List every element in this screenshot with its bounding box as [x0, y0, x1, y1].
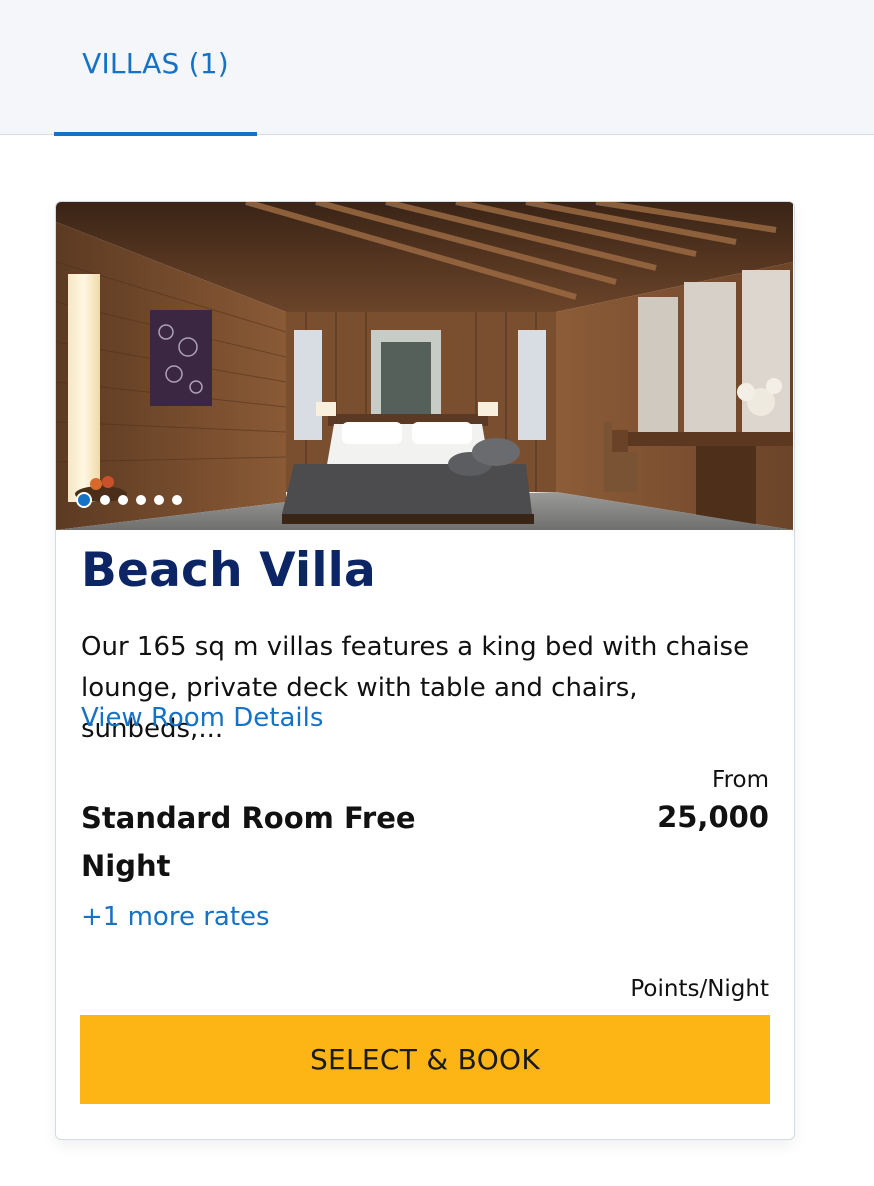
carousel-dot-5[interactable] — [154, 495, 164, 505]
view-room-details-link[interactable]: View Room Details — [81, 703, 323, 733]
tab-villas[interactable]: VILLAS (1) — [54, 0, 257, 136]
carousel-dot-2[interactable] — [100, 495, 110, 505]
rate-name: Standard Room Free Night — [81, 801, 416, 883]
room-photo-image — [56, 202, 793, 530]
rate-unit: Points/Night — [630, 976, 769, 1002]
select-and-book-button[interactable]: SELECT & BOOK — [80, 1015, 770, 1104]
more-rates-link[interactable]: +1 more rates — [81, 902, 270, 932]
carousel-dot-6[interactable] — [172, 495, 182, 505]
carousel-dot-3[interactable] — [118, 495, 128, 505]
rate-points: 25,000 — [657, 800, 769, 834]
room-photo[interactable] — [56, 202, 793, 530]
carousel-dot-4[interactable] — [136, 495, 146, 505]
room-title: Beach Villa — [81, 543, 376, 598]
room-type-tabbar: VILLAS (1) — [0, 0, 874, 136]
rate-from-label: From — [712, 767, 769, 793]
tab-active-indicator — [54, 132, 257, 136]
carousel-indicators — [76, 492, 182, 508]
room-card: Beach Villa Our 165 sq m villas features… — [55, 201, 795, 1140]
carousel-dot-1[interactable] — [76, 492, 92, 508]
tab-villas-label: VILLAS (1) — [82, 47, 229, 80]
